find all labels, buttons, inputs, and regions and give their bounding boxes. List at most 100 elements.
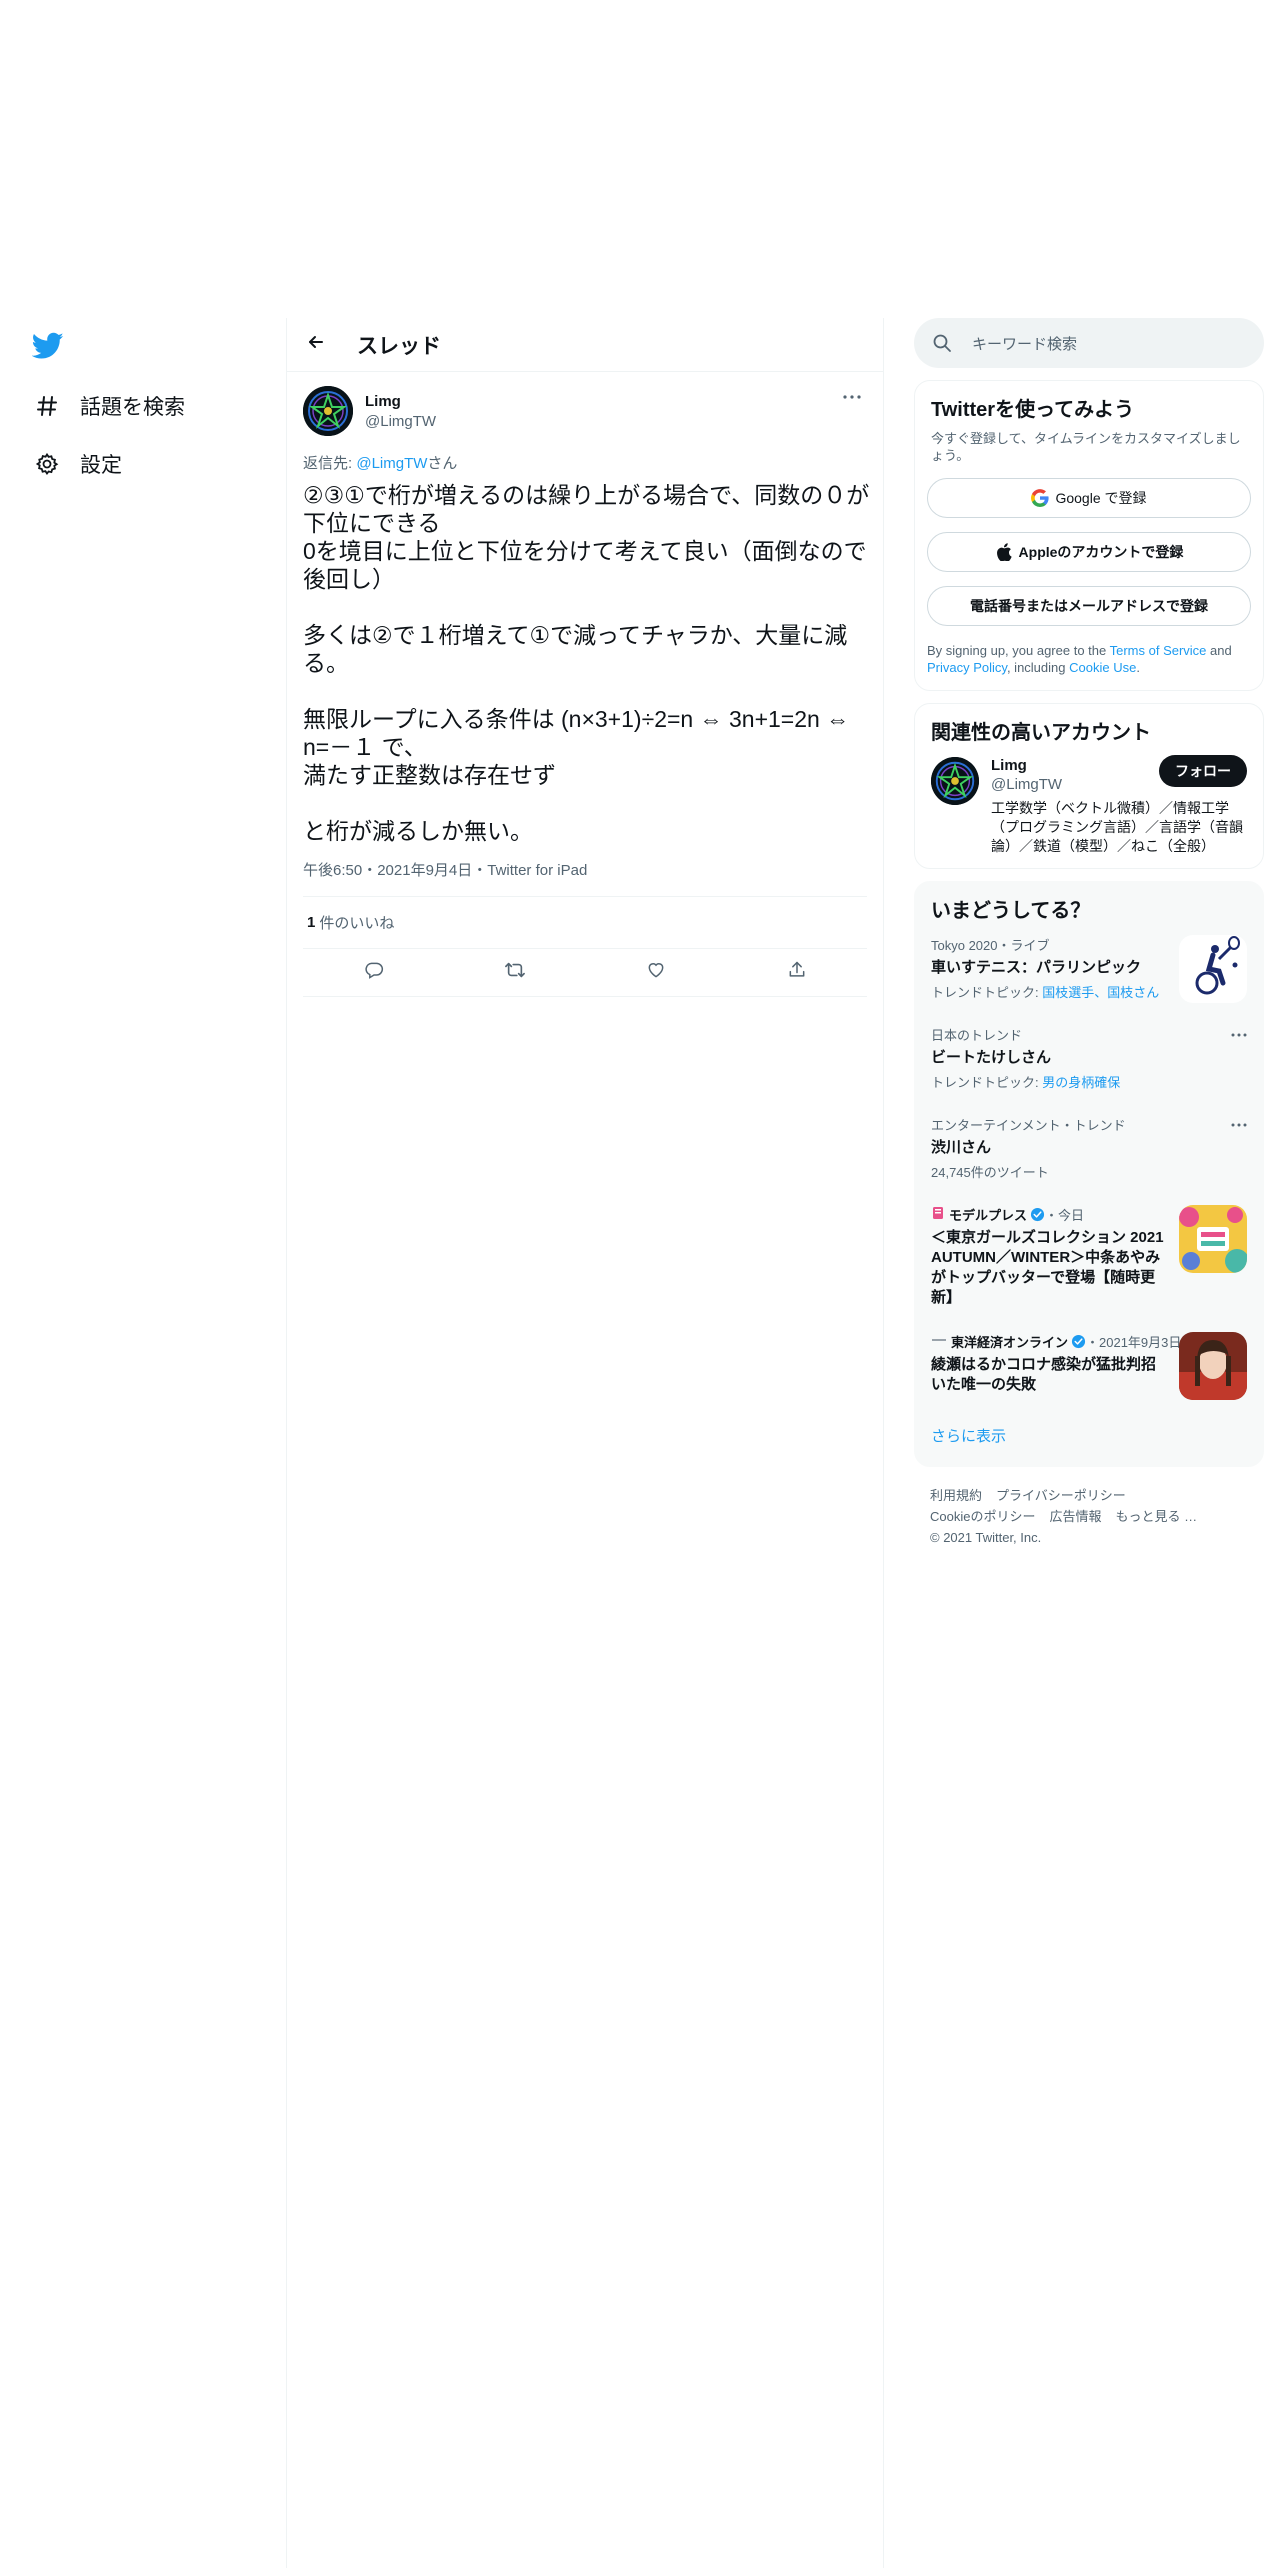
verified-badge-icon [1030,1207,1045,1222]
nav-settings[interactable]: 設定 [32,444,122,484]
related-account[interactable]: Limg @LimgTW 工学数学（ベクトル微積）／情報工学（プログラミング言語… [915,745,1263,868]
more-dots-icon [843,386,861,404]
footer-more-link[interactable]: もっと見る … [1115,1509,1197,1524]
more-dots-icon [1231,1024,1247,1042]
thread-title: スレッド [357,334,441,358]
trends-title: いまどうしてる？ [931,900,1091,922]
tweet-timestamp[interactable]: 午後6:50・2021年9月4日・Twitter for iPad [303,859,867,897]
apple-signup-label: Appleのアカウントで登録 [1018,544,1184,560]
nav-settings-label: 設定 [80,454,122,477]
news-source-name: 東洋経済オンライン [951,1335,1069,1350]
email-signup-label: 電話番号またはメールアドレスで登録 [970,598,1208,614]
reply-icon [364,960,384,985]
footer-privacy-link[interactable]: プライバシーポリシー [996,1488,1126,1503]
like-button[interactable] [638,955,674,991]
search-placeholder: キーワード検索 [972,335,1078,353]
news-headline: 綾瀬はるかコロナ感染が猛批判招いた唯一の失敗 [931,1356,1157,1393]
cookie-link[interactable]: Cookie Use [1069,660,1136,675]
trend-more-button[interactable] [1229,1027,1249,1039]
avatar[interactable] [931,757,979,805]
footer-cookie-link[interactable]: Cookieのポリシー [930,1509,1035,1524]
trend-meta: エンターテインメント・トレンド [931,1118,1126,1133]
trend-topics: トレンドトピック: 国枝選手、国枝さん [931,982,1169,1001]
share-button[interactable] [779,955,815,991]
signup-note-including: , including [1006,660,1070,675]
verified-badge-icon [1071,1334,1086,1349]
footer: 利用規約 プライバシーポリシー Cookieのポリシー 広告情報 もっと見る … © … [914,1467,1264,1548]
news-item[interactable]: 東洋経済オンライン ・2021年9月3日 綾瀬はるかコロナ感染が猛批判招いた唯一… [915,1320,1263,1407]
news-source-logo-icon [931,1333,947,1350]
likes-label: 件のいいね [319,915,395,932]
avatar[interactable] [303,386,353,436]
apple-icon [995,543,1013,561]
hashtag-icon [32,391,62,421]
share-icon [787,960,807,985]
signup-note-prefix: By signing up, you agree to the [927,643,1110,658]
heart-icon [646,960,666,985]
trend-topics: トレンドトピック: 男の身柄確保 [931,1072,1247,1091]
trend-more-button[interactable] [1229,1117,1249,1129]
trend-topics-link[interactable]: 男の身柄確保 [1042,1075,1120,1090]
twitter-logo-icon[interactable] [31,332,64,360]
likes-row[interactable]: 1 件のいいね [303,897,867,949]
terms-link[interactable]: Terms of Service [1110,643,1207,658]
reply-prefix: 返信先: [303,455,357,472]
email-signup-button[interactable]: 電話番号またはメールアドレスで登録 [927,586,1251,626]
related-account-bio: 工学数学（ベクトル微積）／情報工学（プログラミング言語）／言語学（音韻論）／鉄道… [991,800,1243,854]
footer-ads-link[interactable]: 広告情報 [1049,1509,1101,1524]
news-item[interactable]: モデルプレス ・今日 ＜東京ガールズコレクション 2021 AUTUMN／WIN… [915,1193,1263,1320]
google-signup-label: Google で登録 [1055,490,1147,506]
trend-title: 渋川さん [931,1139,992,1156]
author-name[interactable]: Limg [365,393,436,410]
back-button[interactable] [299,328,333,362]
trend-title: ビートたけしさん [931,1049,1052,1066]
google-signup-button[interactable]: Google で登録 [927,478,1251,518]
search-input[interactable]: キーワード検索 [914,318,1264,368]
author-handle[interactable]: @LimgTW [365,413,436,430]
news-thumbnail [1179,1332,1247,1400]
signup-note-end: . [1136,660,1140,675]
trend-topics-link[interactable]: 国枝選手、国枝さん [1042,985,1159,1000]
wheelchair-tennis-pictogram [1179,935,1247,1003]
apple-signup-button[interactable]: Appleのアカウントで登録 [927,532,1251,572]
nav-explore[interactable]: 話題を検索 [32,386,185,426]
footer-terms-link[interactable]: 利用規約 [930,1488,982,1503]
retweet-icon [504,960,526,985]
likes-count: 1 [307,914,316,931]
signup-subtitle: 今すぐ登録して、タイムラインをカスタマイズしましょう。 [931,431,1241,463]
more-button[interactable] [837,384,867,406]
trend-item[interactable]: Tokyo 2020・ライブ 車いすテニス：パラリンピック トレンドトピック: … [915,923,1263,1013]
retweet-button[interactable] [497,955,533,991]
nav-explore-label: 話題を検索 [80,396,185,419]
tweet: Limg @LimgTW 返信先: @LimgTWさん ②③①で桁が増えるのは繰… [287,380,883,997]
google-icon [1031,489,1050,507]
signup-card: Twitterを使ってみよう 今すぐ登録して、タイムラインをカスタマイズしましょ… [914,380,1264,691]
news-source-logo-icon [931,1206,945,1223]
trend-item[interactable]: 日本のトレンド ビートたけしさん トレンドトピック: 男の身柄確保 [915,1013,1263,1103]
signup-note-and: and [1206,643,1232,658]
arrow-left-icon [306,332,326,357]
reply-handle-link[interactable]: @LimgTW [356,455,427,472]
trend-topics-prefix: トレンドトピック: [931,985,1043,1000]
trend-item[interactable]: エンターテインメント・トレンド 渋川さん 24,745件のツイート [915,1103,1263,1193]
signup-note: By signing up, you agree to the Terms of… [915,626,1263,690]
follow-button[interactable]: フォロー [1159,755,1247,787]
trend-topics-prefix: トレンドトピック: [931,1075,1043,1090]
thread-column: スレッド Limg @LimgTW 返信先: @LimgTWさん ②③①で桁が増… [286,318,884,2568]
privacy-link[interactable]: Privacy Policy [927,660,1007,675]
tweet-text: ②③①で桁が増えるのは繰り上がる場合で、同数の０が下位にできる 0を境目に上位と… [303,482,870,844]
news-source-name: モデルプレス [949,1208,1028,1223]
news-headline: ＜東京ガールズコレクション 2021 AUTUMN／WINTER＞中条あやみがト… [931,1229,1164,1306]
show-more-link[interactable]: さらに表示 [915,1407,1263,1466]
right-sidebar: キーワード検索 Twitterを使ってみよう 今すぐ登録して、タイムラインをカス… [914,318,1264,1548]
trend-tweet-count: 24,745件のツイート [931,1165,1049,1180]
footer-copyright: © 2021 Twitter, Inc. [930,1530,1042,1545]
page: 話題を検索 設定 スレッド Limg @LimgTW 返信先: @LimgTWさ… [0,0,1284,2568]
more-dots-icon [1231,1114,1247,1132]
search-icon [932,333,952,353]
related-title: 関連性の高いアカウント [931,722,1151,744]
tweet-actions [303,949,867,997]
reply-button[interactable] [356,955,392,991]
trends-card: いまどうしてる？ Tokyo 2020・ライブ 車いすテニス：パラリンピック ト… [914,881,1264,1467]
thread-header: スレッド [287,318,883,372]
